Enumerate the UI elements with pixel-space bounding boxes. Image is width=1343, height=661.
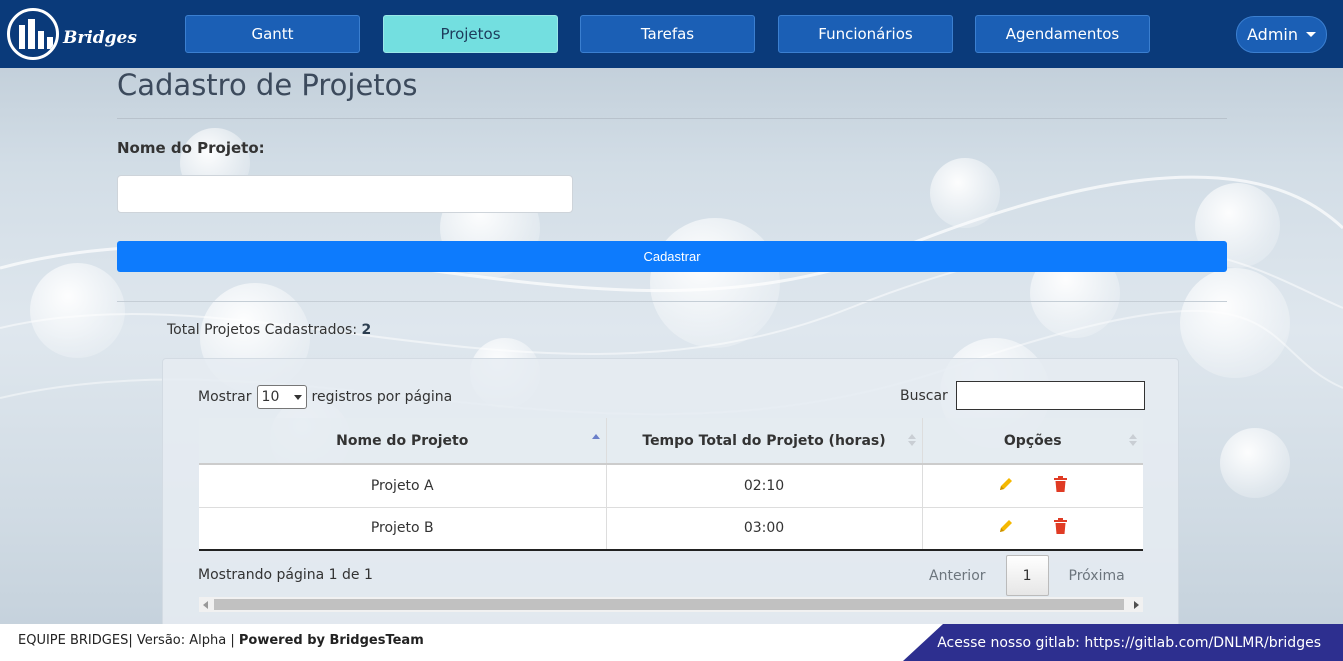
footer-version: EQUIPE BRIDGES| Versão: Alpha | <box>18 633 235 648</box>
project-name-input[interactable] <box>117 175 573 213</box>
nav-agendamentos[interactable]: Agendamentos <box>975 15 1150 53</box>
nav-funcionarios[interactable]: Funcionários <box>778 15 953 53</box>
table-info: Mostrando página 1 de 1 <box>198 567 373 583</box>
pagination-prev[interactable]: Anterior <box>919 568 996 584</box>
project-name-cell: Projeto B <box>199 507 607 551</box>
top-navbar: Bridges Gantt Projetos Tarefas Funcionár… <box>0 0 1343 68</box>
pagination: Anterior 1 Próxima <box>919 555 1135 596</box>
horizontal-scrollbar[interactable] <box>199 597 1143 612</box>
pagination-page-1[interactable]: 1 <box>1005 555 1049 596</box>
bridges-logo-icon <box>7 8 59 60</box>
total-projects-label: Total Projetos Cadastrados: <box>167 322 358 338</box>
divider <box>117 118 1227 119</box>
page-title: Cadastro de Projetos <box>117 68 418 102</box>
project-name-cell: Projeto A <box>199 464 607 508</box>
divider <box>117 301 1227 302</box>
nav-projetos[interactable]: Projetos <box>383 15 558 53</box>
column-header-nome[interactable]: Nome do Projeto <box>199 418 607 465</box>
table-row: Projeto B 03:00 <box>199 507 1143 551</box>
table-header-row: Nome do Projeto Tempo Total do Projeto (… <box>199 418 1143 465</box>
admin-menu-button[interactable]: Admin <box>1236 16 1327 53</box>
project-name-label: Nome do Projeto: <box>117 139 265 157</box>
page-length-suffix: registros por página <box>311 389 453 405</box>
total-projects: Total Projetos Cadastrados: 2 <box>167 322 371 338</box>
page-length-control: Mostrar 10 registros por página <box>198 385 452 409</box>
table-search: Buscar <box>900 381 1145 410</box>
trash-delete-icon[interactable] <box>1054 518 1068 535</box>
trash-delete-icon[interactable] <box>1054 475 1068 492</box>
footer-gitlab-banner: Acesse nosso gitlab: https://gitlab.com/… <box>903 624 1343 661</box>
project-time-cell: 03:00 <box>606 507 923 551</box>
nav-tarefas[interactable]: Tarefas <box>580 15 755 53</box>
scrollbar-thumb[interactable] <box>214 599 1124 610</box>
table-row: Projeto A 02:10 <box>199 464 1143 508</box>
page-length-value: 10 <box>261 389 280 405</box>
footer-credits: EQUIPE BRIDGES| Versão: Alpha | Powered … <box>18 633 424 648</box>
sort-asc-icon <box>591 434 600 446</box>
column-header-opcoes[interactable]: Opções <box>922 418 1143 465</box>
projects-table-card: Mostrar 10 registros por página Buscar N… <box>162 358 1179 628</box>
pencil-edit-icon[interactable] <box>998 518 1014 534</box>
nav-gantt[interactable]: Gantt <box>185 15 360 53</box>
pencil-edit-icon[interactable] <box>998 476 1014 492</box>
brand-name: Bridges <box>63 28 137 48</box>
options-cell <box>922 464 1143 508</box>
footer-gitlab-link[interactable]: Acesse nosso gitlab: https://gitlab.com/… <box>937 635 1321 651</box>
caret-down-icon <box>1306 32 1316 37</box>
page-length-prefix: Mostrar <box>198 389 252 405</box>
chevron-down-icon <box>293 394 302 400</box>
admin-menu-label: Admin <box>1247 25 1298 44</box>
cadastrar-button[interactable]: Cadastrar <box>117 241 1227 272</box>
sort-icon <box>1129 434 1137 446</box>
column-header-label: Nome do Projeto <box>336 432 469 449</box>
search-label: Buscar <box>900 387 948 404</box>
footer-powered-by: Powered by BridgesTeam <box>238 633 424 648</box>
total-projects-count: 2 <box>361 322 372 338</box>
search-input[interactable] <box>955 381 1145 410</box>
column-header-label: Opções <box>1003 432 1062 449</box>
project-time-cell: 02:10 <box>606 464 923 508</box>
footer: EQUIPE BRIDGES| Versão: Alpha | Powered … <box>0 624 1343 661</box>
sort-icon <box>907 434 916 446</box>
pagination-next[interactable]: Próxima <box>1059 568 1135 584</box>
scroll-right-icon[interactable] <box>1134 601 1139 609</box>
brand[interactable]: Bridges <box>7 7 137 61</box>
options-cell <box>922 507 1143 551</box>
page-length-select[interactable]: 10 <box>256 385 307 409</box>
projects-table: Nome do Projeto Tempo Total do Projeto (… <box>199 418 1143 551</box>
column-header-tempo[interactable]: Tempo Total do Projeto (horas) <box>606 418 923 465</box>
scroll-left-icon[interactable] <box>203 601 208 609</box>
column-header-label: Tempo Total do Projeto (horas) <box>642 432 886 449</box>
